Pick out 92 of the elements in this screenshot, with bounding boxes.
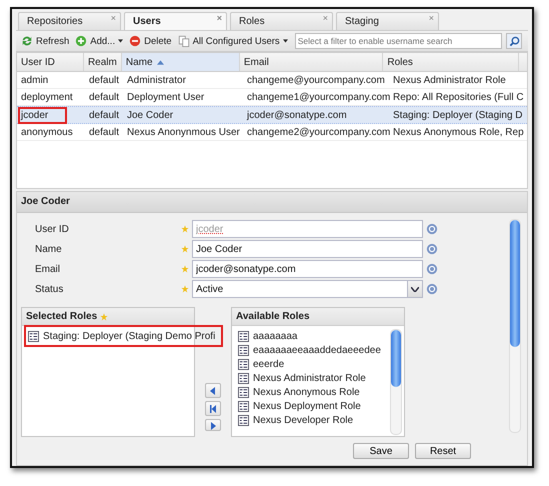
table-cell: admin [21,74,48,86]
help-icon[interactable] [426,223,438,235]
required-star-icon [181,225,189,233]
caret-icon [118,39,124,44]
table-cell: changeme2@yourcompany.com [247,126,390,138]
role-item[interactable]: Nexus Administrator Role [238,371,390,385]
list-icon [238,330,249,342]
field-label: Status [34,284,64,294]
list-icon [238,344,249,356]
skip-left-icon [209,404,217,412]
scrollbar[interactable] [390,329,402,435]
tab[interactable]: Repositories × [18,12,121,30]
table-row[interactable]: admin default Administrator changeme@yourcompany.com Nexus Administrator Role [17,72,527,90]
table-cell: Joe Coder [127,110,174,121]
list-icon [238,372,249,384]
list-icon [238,400,249,412]
column-header[interactable]: Email [240,53,384,72]
table-row[interactable]: jcoder default Joe Coder jcoder@sonatype.com Staging: Deployer (Staging D [17,106,527,124]
role-item[interactable]: eeerde [238,357,390,371]
sort-ascending-icon [156,60,164,65]
role-item[interactable]: eaaaaaaeeaaaddedaeeedee [238,343,390,357]
table-cell: Nexus Administrator Role [393,74,506,86]
table-cell: default [89,74,120,86]
arrow-left-icon [209,386,217,394]
list-icon [238,414,249,426]
table-cell: Administrator [127,74,186,86]
field-label: User ID [34,224,70,234]
help-icon[interactable] [426,263,438,275]
input-field[interactable]: Joe Coder [192,240,423,258]
arrow-right-icon [209,422,217,430]
search-icon [508,36,520,47]
table-cell: Staging: Deployer (Staging D [393,110,523,121]
chevron-down-icon [411,286,419,292]
toolbar-button[interactable]: Refresh [20,35,70,48]
help-icon[interactable] [426,243,438,255]
role-item[interactable]: Nexus Anonymous Role [238,385,390,399]
table-cell: Nexus Anonynmous User [127,126,240,138]
table-cell: Deployment User [127,92,204,103]
field-label: Email [34,264,62,274]
required-star-icon [100,312,108,320]
help-icon[interactable] [426,283,438,295]
table-cell: jcoder@sonatype.com [247,110,347,121]
move-left-button[interactable] [205,383,221,398]
role-item[interactable]: Staging: Deployer (Staging Demo Profi [28,329,220,343]
table-cell: default [89,110,120,121]
panel-title: Available Roles [236,311,310,322]
search-field[interactable]: Select a filter to enable username search [294,33,502,50]
move-all-left-button[interactable] [205,401,221,416]
role-item[interactable]: Nexus Developer Role [238,413,390,427]
minus-icon [129,35,142,48]
table-cell: Repo: All Repositories (Full C [393,92,524,103]
input-field[interactable]: jcoder@sonatype.com [192,260,423,278]
plus-icon [75,35,88,48]
tab[interactable]: Staging × [336,12,439,30]
table-cell: deployment [21,92,73,103]
panel-title: Selected Roles [26,311,98,322]
field-label: Name [34,244,63,254]
list-icon [238,358,249,370]
column-header[interactable]: Roles [383,53,519,72]
table-cell: changeme1@yourcompany.com [247,92,390,103]
caret-icon [282,39,288,44]
list-icon [238,386,249,398]
table-row[interactable]: anonymous default Nexus Anonynmous User changeme2@yourcompany.com Nexus Anonymous Role, Rep [17,124,527,142]
tab[interactable]: Roles × [230,12,333,30]
required-star-icon [181,265,189,273]
panel-title: Joe Coder [17,192,527,213]
required-star-icon [181,285,189,293]
table-cell: anonymous [21,126,73,138]
role-item[interactable]: aaaaaaaa [238,329,390,343]
toolbar-button[interactable]: Add... [74,35,124,48]
table-cell: jcoder [21,110,64,121]
scrollbar[interactable] [509,219,521,433]
required-star-icon [181,245,189,253]
toolbar-button[interactable]: All Configured Users [176,35,289,48]
table-cell: Nexus Anonymous Role, Rep [393,126,524,138]
search-button[interactable] [506,33,522,50]
table-cell: default [89,92,120,103]
column-header[interactable]: User ID [17,53,84,72]
form-button[interactable]: Save [353,443,409,459]
table-cell: changeme@yourcompany.com [247,74,385,86]
toolbar-button[interactable]: Delete [128,35,173,48]
dropdown-button[interactable] [408,280,423,298]
documents-icon [178,35,190,48]
form-button[interactable]: Reset [415,443,471,459]
list-icon [28,330,39,342]
refresh-icon [21,35,33,48]
input-field[interactable]: Active [192,280,408,298]
table-cell: default [89,126,120,138]
role-item[interactable]: Nexus Deployment Role [238,399,390,413]
column-header[interactable]: Name [122,53,240,72]
move-right-button[interactable] [205,419,221,431]
tab[interactable]: Users × [124,12,227,30]
